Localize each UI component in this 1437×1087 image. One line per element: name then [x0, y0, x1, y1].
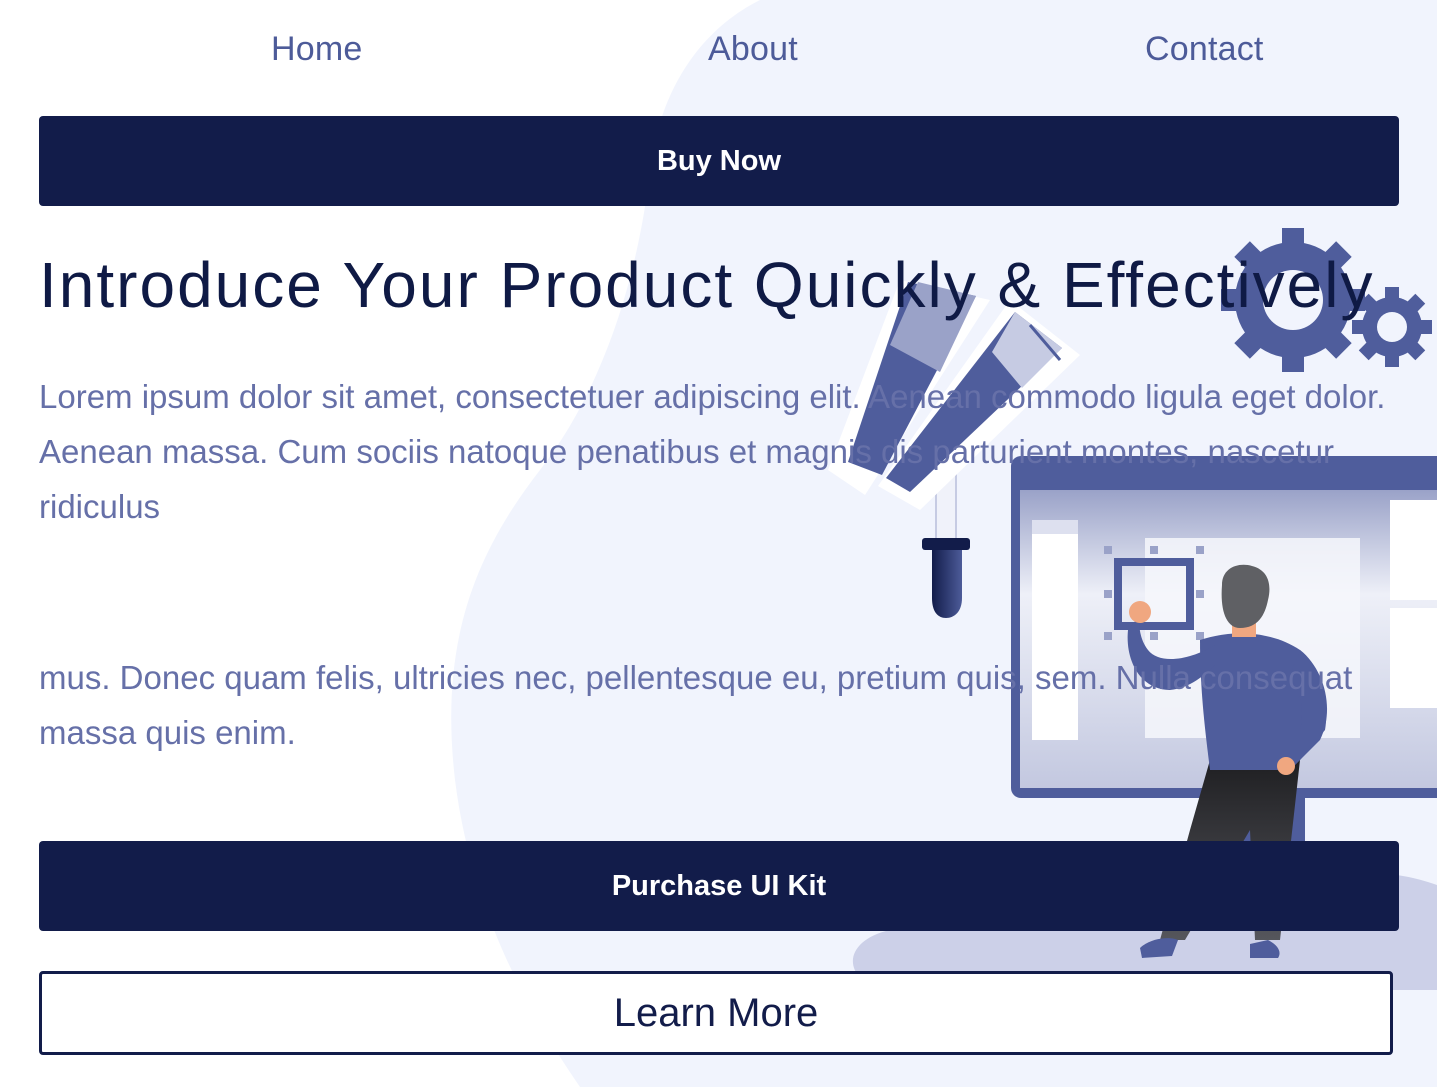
- top-nav: Home About Contact: [0, 30, 1437, 82]
- nav-link-about[interactable]: About: [708, 30, 798, 69]
- hero-paragraph-1: Lorem ipsum dolor sit amet, consectetuer…: [39, 378, 1386, 525]
- buy-now-button[interactable]: Buy Now: [39, 116, 1399, 206]
- purchase-ui-kit-button[interactable]: Purchase UI Kit: [39, 841, 1399, 931]
- nav-link-contact[interactable]: Contact: [1145, 30, 1264, 69]
- learn-more-button[interactable]: Learn More: [39, 971, 1393, 1055]
- nav-link-home[interactable]: Home: [271, 30, 363, 69]
- hero-paragraph-2: mus. Donec quam felis, ultricies nec, pe…: [39, 659, 1353, 751]
- hero-title: Introduce Your Product Quickly & Effecti…: [39, 249, 1375, 321]
